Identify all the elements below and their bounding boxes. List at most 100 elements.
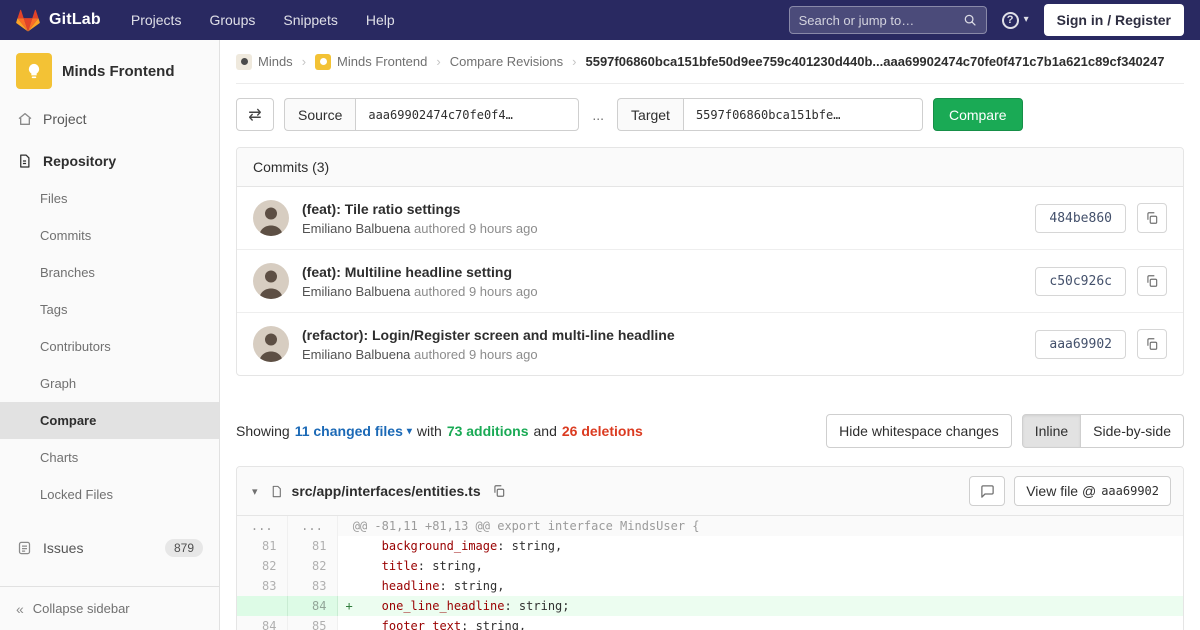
sidebar-subitem-tags[interactable]: Tags bbox=[0, 291, 219, 328]
sidebar-item-issues[interactable]: Issues 879 bbox=[0, 531, 219, 565]
breadcrumb-group[interactable]: Minds bbox=[236, 54, 293, 70]
line-number-old[interactable]: 82 bbox=[237, 556, 287, 576]
line-number-new[interactable]: 83 bbox=[287, 576, 337, 596]
ref-separator: ... bbox=[592, 107, 604, 123]
nav-item-help[interactable]: Help bbox=[366, 12, 395, 28]
avatar[interactable] bbox=[253, 200, 289, 236]
line-number-new[interactable]: 84 bbox=[287, 596, 337, 616]
copy-sha-button[interactable] bbox=[1137, 266, 1167, 296]
breadcrumb-compare-revisions[interactable]: Compare Revisions bbox=[450, 54, 563, 69]
sidebar-subitem-branches[interactable]: Branches bbox=[0, 254, 219, 291]
sidebar-subitem-charts[interactable]: Charts bbox=[0, 439, 219, 476]
line-number-new[interactable]: 82 bbox=[287, 556, 337, 576]
sidebar-item-project[interactable]: Project bbox=[0, 103, 219, 135]
nav-item-projects[interactable]: Projects bbox=[131, 12, 182, 28]
commit-row: (feat): Tile ratio settings Emiliano Balb… bbox=[237, 187, 1183, 249]
diff-view-toggle: Inline Side-by-side bbox=[1022, 414, 1184, 448]
line-number-new[interactable]: 81 bbox=[287, 536, 337, 556]
sidebar-nav: Project Repository FilesCommitsBranchesT… bbox=[0, 103, 219, 565]
compare-form: ⇄ Source aaa69902474c70fe0f4… ... Target… bbox=[236, 98, 1184, 131]
global-search-box[interactable] bbox=[789, 6, 987, 34]
breadcrumb-project[interactable]: Minds Frontend bbox=[315, 54, 427, 70]
commit-title-link[interactable]: (feat): Tile ratio settings bbox=[302, 201, 1022, 217]
gitlab-home-link[interactable]: GitLab bbox=[16, 9, 101, 32]
code-token-property: headline bbox=[382, 579, 440, 593]
chevron-down-icon: ▾ bbox=[1024, 15, 1029, 25]
copy-sha-button[interactable] bbox=[1137, 203, 1167, 233]
commit-sha-group: c50c926c bbox=[1035, 266, 1167, 296]
line-number-new[interactable]: ... bbox=[287, 516, 337, 536]
diff-stats: Showing 11 changed files ▾ with 73 addit… bbox=[236, 423, 643, 439]
side-by-side-view-button[interactable]: Side-by-side bbox=[1081, 414, 1184, 448]
view-file-sha: aaa69902 bbox=[1101, 484, 1159, 498]
line-number-old[interactable]: 81 bbox=[237, 536, 287, 556]
copy-path-button[interactable] bbox=[490, 482, 508, 500]
diff-controls: Hide whitespace changes Inline Side-by-s… bbox=[826, 414, 1184, 448]
compare-button[interactable]: Compare bbox=[933, 98, 1023, 131]
sidebar-subitem-files[interactable]: Files bbox=[0, 180, 219, 217]
target-ref-group: Target 5597f06860bca151bfe… bbox=[617, 98, 923, 131]
project-avatar bbox=[16, 53, 52, 89]
inline-view-button[interactable]: Inline bbox=[1022, 414, 1081, 448]
sidebar-subitem-locked-files[interactable]: Locked Files bbox=[0, 476, 219, 513]
navbar-right: ? ▾ Sign in / Register bbox=[789, 4, 1184, 36]
swap-revisions-button[interactable]: ⇄ bbox=[236, 98, 274, 131]
chevron-double-left-icon: « bbox=[16, 602, 24, 616]
diff-row: 8282 title: string, bbox=[237, 556, 1183, 576]
file-icon bbox=[270, 484, 283, 499]
target-ref-dropdown[interactable]: 5597f06860bca151bfe… bbox=[683, 98, 923, 131]
breadcrumb-group-label: Minds bbox=[258, 54, 293, 69]
nav-item-groups[interactable]: Groups bbox=[209, 12, 255, 28]
line-number-old[interactable]: 84 bbox=[237, 616, 287, 630]
navbar-menu: Projects Groups Snippets Help bbox=[131, 12, 395, 28]
commit-sha-group: aaa69902 bbox=[1035, 329, 1167, 359]
code-cell: background_image: string, bbox=[337, 536, 1183, 556]
view-file-button[interactable]: View file @ aaa69902 bbox=[1014, 476, 1171, 506]
breadcrumb-current-range: 5597f06860bca151bfe50d9ee759c401230d440b… bbox=[585, 54, 1184, 69]
commit-row: (refactor): Login/Register screen and mu… bbox=[237, 312, 1183, 375]
commit-title-link[interactable]: (feat): Multiline headline setting bbox=[302, 264, 1022, 280]
file-path[interactable]: src/app/interfaces/entities.ts bbox=[292, 483, 481, 499]
avatar[interactable] bbox=[253, 326, 289, 362]
diff-row: ...... @@ -81,11 +81,13 @@ export interf… bbox=[237, 516, 1183, 536]
collapse-sidebar-button[interactable]: « Collapse sidebar bbox=[0, 586, 219, 630]
group-avatar bbox=[236, 54, 252, 70]
commit-author-link[interactable]: Emiliano Balbuena bbox=[302, 221, 410, 236]
sidebar-item-repository[interactable]: Repository bbox=[0, 145, 219, 177]
top-navbar: GitLab Projects Groups Snippets Help ? ▾ Si… bbox=[0, 0, 1200, 40]
line-number-old[interactable]: ... bbox=[237, 516, 287, 536]
diff-row: 8383 headline: string, bbox=[237, 576, 1183, 596]
line-number-old[interactable] bbox=[237, 596, 287, 616]
sidebar-subitem-contributors[interactable]: Contributors bbox=[0, 328, 219, 365]
sidebar-subitem-compare[interactable]: Compare bbox=[0, 402, 219, 439]
commit-sha[interactable]: 484be860 bbox=[1035, 204, 1126, 233]
hide-whitespace-button[interactable]: Hide whitespace changes bbox=[826, 414, 1012, 448]
changed-files-dropdown[interactable]: 11 changed files ▾ bbox=[295, 423, 412, 439]
sidebar-item-label: Repository bbox=[43, 153, 116, 169]
project-context-header[interactable]: Minds Frontend bbox=[0, 40, 219, 103]
commit-author-link[interactable]: Emiliano Balbuena bbox=[302, 347, 410, 362]
source-ref-dropdown[interactable]: aaa69902474c70fe0f4… bbox=[355, 98, 579, 131]
toggle-comments-button[interactable] bbox=[969, 476, 1005, 506]
sidebar-subitem-commits[interactable]: Commits bbox=[0, 217, 219, 254]
collapse-diff-icon[interactable]: ▾ bbox=[249, 485, 261, 498]
sidebar-subitem-graph[interactable]: Graph bbox=[0, 365, 219, 402]
nav-item-snippets[interactable]: Snippets bbox=[283, 12, 337, 28]
avatar[interactable] bbox=[253, 263, 289, 299]
breadcrumb: Minds › Minds Frontend › Compare Revisio… bbox=[236, 40, 1184, 84]
project-name: Minds Frontend bbox=[62, 63, 175, 80]
commit-author-link[interactable]: Emiliano Balbuena bbox=[302, 284, 410, 299]
swap-icon: ⇄ bbox=[248, 105, 261, 125]
diff-sign bbox=[346, 559, 353, 573]
help-dropdown[interactable]: ? ▾ bbox=[1002, 12, 1029, 29]
search-input[interactable] bbox=[799, 13, 963, 28]
sign-in-button[interactable]: Sign in / Register bbox=[1044, 4, 1184, 36]
commit-sha[interactable]: aaa69902 bbox=[1035, 330, 1126, 359]
code-token-property: one_line_headline bbox=[382, 599, 505, 613]
line-number-old[interactable]: 83 bbox=[237, 576, 287, 596]
copy-sha-button[interactable] bbox=[1137, 329, 1167, 359]
line-number-new[interactable]: 85 bbox=[287, 616, 337, 630]
commit-title-link[interactable]: (refactor): Login/Register screen and mu… bbox=[302, 327, 1022, 343]
commit-sha[interactable]: c50c926c bbox=[1035, 267, 1126, 296]
diff-sign: + bbox=[346, 599, 353, 613]
